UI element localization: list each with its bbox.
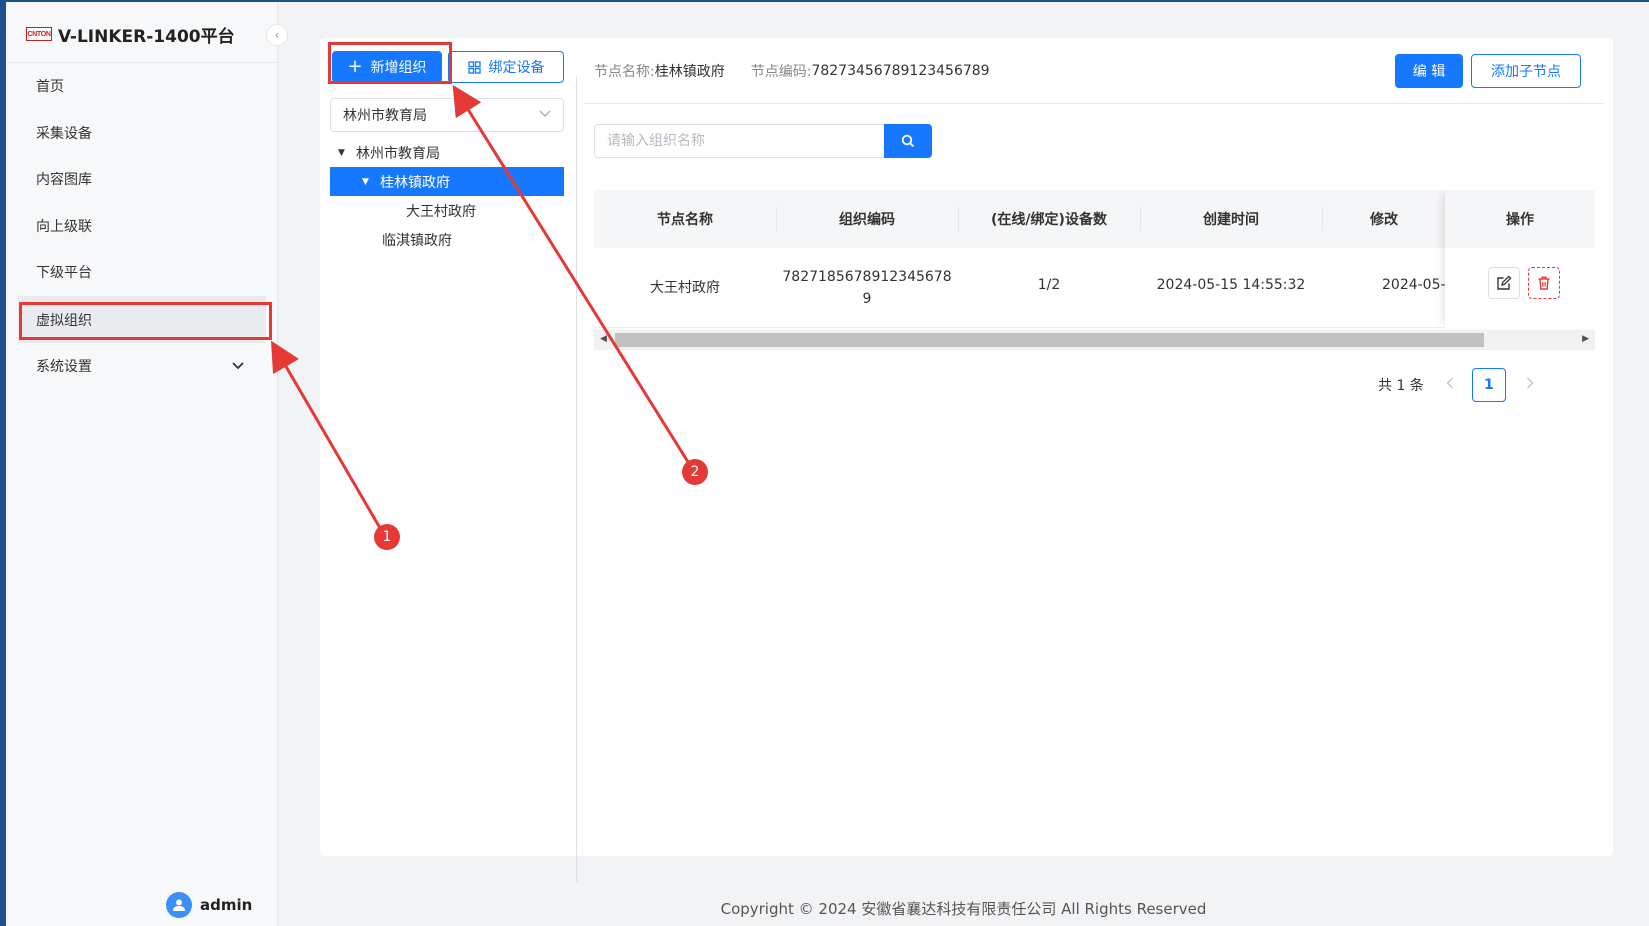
chevron-down-icon [539,108,551,121]
search-button[interactable] [884,124,932,158]
org-detail-pane: 节点名称: 桂林镇政府 节点编码: 78273456789123456789 编… [584,38,1613,856]
bind-device-button[interactable]: 绑定设备 [448,51,564,83]
org-select-value: 林州市教育局 [343,108,427,124]
prev-page-icon[interactable] [1446,377,1454,393]
delete-row-button[interactable] [1528,267,1560,299]
tree-node-label: 桂林镇政府 [380,174,450,191]
highlight-box-virtual-org [19,302,272,340]
sidebar: CNTON V-LINKER-1400平台 ‹ 首页 采集设备 内容图库 向上级… [6,2,288,926]
highlight-box-add-org [328,42,452,84]
org-table: 节点名称 组织编码 (在线/绑定)设备数 创建时间 修改 大王村政府 78271… [594,190,1595,330]
node-name-value: 桂林镇政府 [654,63,725,80]
tree-node-label: 临淇镇政府 [382,232,452,249]
org-tree: ▼ 林州市教育局 ▼ 桂林镇政府 大王村政府 临淇镇政府 [330,138,564,254]
cell-org-code-line1: 7827185678912345678 [782,269,952,285]
brand-logo: CNTON [26,27,52,41]
sidebar-item-label: 向上级联 [36,218,92,235]
col-org-code: 组织编码 [839,212,895,228]
tree-node-selected[interactable]: ▼ 桂林镇政府 [330,167,564,196]
tree-node-label: 大王村政府 [406,203,476,220]
col-actions: 操作 [1506,212,1534,228]
tree-node-leaf[interactable]: 大王村政府 [330,196,564,225]
col-separator [1322,207,1323,231]
sidebar-item-content-gallery[interactable]: 内容图库 [6,156,278,203]
col-modified-time: 修改 [1370,212,1398,228]
edit-icon [1496,275,1512,291]
scroll-thumb[interactable] [615,333,1484,347]
brand: CNTON V-LINKER-1400平台 [26,20,235,48]
node-name-label: 节点名称: [594,63,655,80]
search-icon [901,134,915,148]
add-child-node-button[interactable]: 添加子节点 [1471,54,1581,88]
actions-header: 操作 [1445,190,1595,248]
grid-icon [467,60,481,74]
col-node-name: 节点名称 [657,212,713,228]
node-code-value: 78273456789123456789 [811,62,990,79]
sidebar-item-collection-devices[interactable]: 采集设备 [6,110,278,157]
user-name: admin [200,896,253,914]
tree-node-label: 林州市教育局 [356,145,440,162]
pagination: 共 1 条 1 [1378,368,1534,402]
tree-node-child[interactable]: 临淇镇政府 [330,225,564,254]
sidebar-item-upward-cascade[interactable]: 向上级联 [6,203,278,250]
col-device-count: (在线/绑定)设备数 [991,212,1107,228]
actions-column: 操作 [1445,190,1595,328]
caret-down-icon: ▼ [338,147,345,158]
edit-row-button[interactable] [1488,267,1520,299]
scroll-right-icon[interactable]: ▶ [1582,334,1589,344]
tree-node-root[interactable]: ▼ 林州市教育局 [330,138,564,167]
pagination-total: 共 1 条 [1378,378,1424,394]
chevron-down-icon [232,360,244,373]
chevron-left-icon: ‹ [274,28,280,42]
sidebar-item-label: 内容图库 [36,172,92,189]
cell-org-code-line2: 9 [862,291,872,307]
trash-icon [1536,275,1552,291]
sidebar-item-label: 采集设备 [36,125,92,142]
sidebar-item-subordinate-platform[interactable]: 下级平台 [6,249,278,296]
app-title: V-LINKER-1400平台 [58,26,235,47]
next-page-icon[interactable] [1526,377,1534,393]
bind-device-label: 绑定设备 [488,60,545,76]
page-number-button[interactable]: 1 [1471,368,1506,402]
node-code-label: 节点编码: [750,63,812,80]
cell-node-name: 大王村政府 [650,280,720,296]
sidebar-item-home[interactable]: 首页 [6,63,278,110]
table-horizontal-scrollbar[interactable]: ◀ ▶ [594,330,1595,350]
org-search-input[interactable] [594,124,885,158]
user-profile[interactable]: admin [166,892,252,918]
sidebar-item-label: 系统设置 [36,359,92,376]
cell-device-count: 1/2 [1037,277,1061,293]
org-select[interactable]: 林州市教育局 [330,98,564,132]
user-avatar-icon [166,892,192,918]
sidebar-item-label: 下级平台 [36,265,92,282]
collapse-sidebar-button[interactable]: ‹ [266,24,288,46]
annotation-marker-1: 1 [374,524,400,550]
main-card: + 新增组织 绑定设备 林州市教育局 ▼ 林州市教育局 ▼ 桂林镇政府 大王村政… [320,38,1613,882]
org-tree-pane: + 新增组织 绑定设备 林州市教育局 ▼ 林州市教育局 ▼ 桂林镇政府 大王村政… [330,46,566,846]
edit-button[interactable]: 编 辑 [1395,54,1463,88]
caret-down-icon: ▼ [362,176,369,187]
cell-org-code: 7827185678912345678 9 [776,266,958,310]
sidebar-nav: 首页 采集设备 内容图库 向上级联 下级平台 虚拟组织 系统设置 [6,62,278,390]
sidebar-item-label: 首页 [36,79,64,96]
annotation-marker-2: 2 [682,459,708,485]
footer-copyright: Copyright © 2024 安徽省襄达科技有限责任公司 All Right… [720,900,1207,918]
col-created-time: 创建时间 [1203,212,1259,228]
scroll-left-icon[interactable]: ◀ [600,334,607,344]
pane-divider [576,76,577,882]
cell-created-time: 2024-05-15 14:55:32 [1156,277,1306,293]
sidebar-item-system-settings[interactable]: 系统设置 [6,343,278,390]
